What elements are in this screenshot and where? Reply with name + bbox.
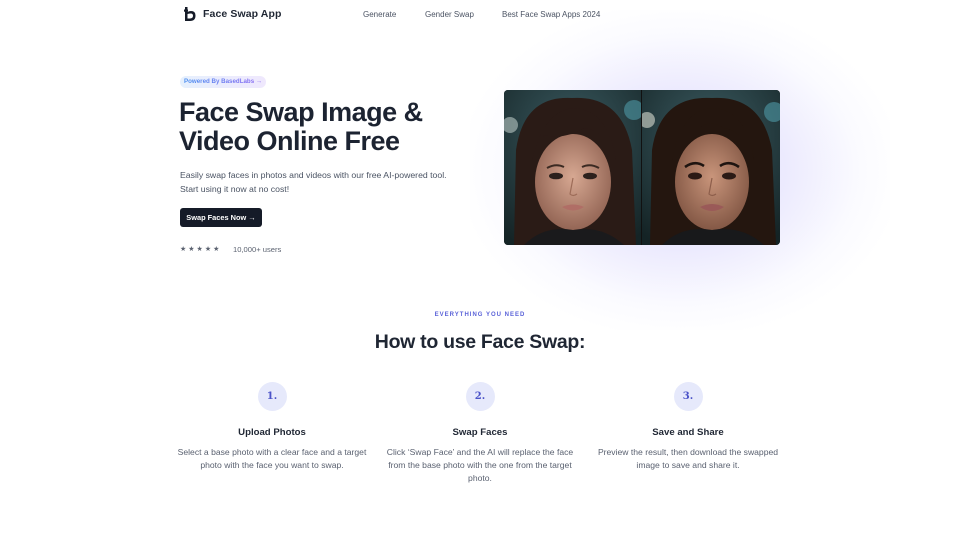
nav-link-generate[interactable]: Generate: [363, 10, 396, 19]
hero-title-line2: Video Online Free: [179, 126, 400, 156]
hero-title-line1: Face Swap Image &: [179, 97, 423, 127]
face-swap-comparison: [504, 90, 780, 245]
step-title: Upload Photos: [238, 427, 306, 438]
step-card-upload: 1. Upload Photos Select a base photo wit…: [177, 382, 367, 472]
swapped-face-image: [642, 90, 780, 245]
nav-link-best-apps[interactable]: Best Face Swap Apps 2024: [502, 10, 600, 19]
rating-stars: ★★★★★: [180, 246, 222, 253]
powered-by-text: Powered By BasedLabs →: [184, 78, 263, 85]
user-count: 10,000+ users: [233, 245, 282, 254]
hero-title: Face Swap Image & Video Online Free: [179, 98, 423, 156]
hero-desc-line2: Start using it now at no cost!: [180, 183, 290, 194]
step-description: Click ‘Swap Face’ and the AI will replac…: [386, 447, 574, 483]
hero-desc-line1: Easily swap faces in photos and videos w…: [180, 170, 447, 180]
how-to-title: How to use Face Swap:: [374, 331, 586, 353]
step-description: Select a base photo with a clear face an…: [177, 447, 367, 470]
step-title: Swap Faces: [452, 427, 508, 438]
top-nav: Face Swap App Generate Gender Swap Best …: [0, 0, 960, 28]
section-eyebrow: EVERYTHING YOU NEED: [434, 312, 526, 318]
brand-logo-link[interactable]: Face Swap App: [184, 7, 282, 21]
step-number-badge: 2.: [465, 382, 495, 411]
step-description: Preview the result, then download the sw…: [597, 447, 779, 470]
swap-faces-now-button[interactable]: Swap Faces Now →: [180, 208, 262, 227]
original-face-image: [504, 90, 641, 245]
brand-name: Face Swap App: [203, 8, 282, 20]
step-card-save: 3. Save and Share Preview the result, th…: [593, 382, 783, 472]
nav-link-gender-swap[interactable]: Gender Swap: [425, 10, 474, 19]
powered-by-badge[interactable]: Powered By BasedLabs →: [180, 76, 267, 88]
step-number-badge: 3.: [673, 382, 703, 411]
hero-description: Easily swap faces in photos and videos w…: [180, 169, 480, 196]
brand-logo-icon: [184, 7, 196, 21]
step-card-swap: 2. Swap Faces Click ‘Swap Face’ and the …: [385, 382, 575, 485]
step-number-badge: 1.: [257, 382, 287, 411]
step-title: Save and Share: [652, 427, 724, 438]
